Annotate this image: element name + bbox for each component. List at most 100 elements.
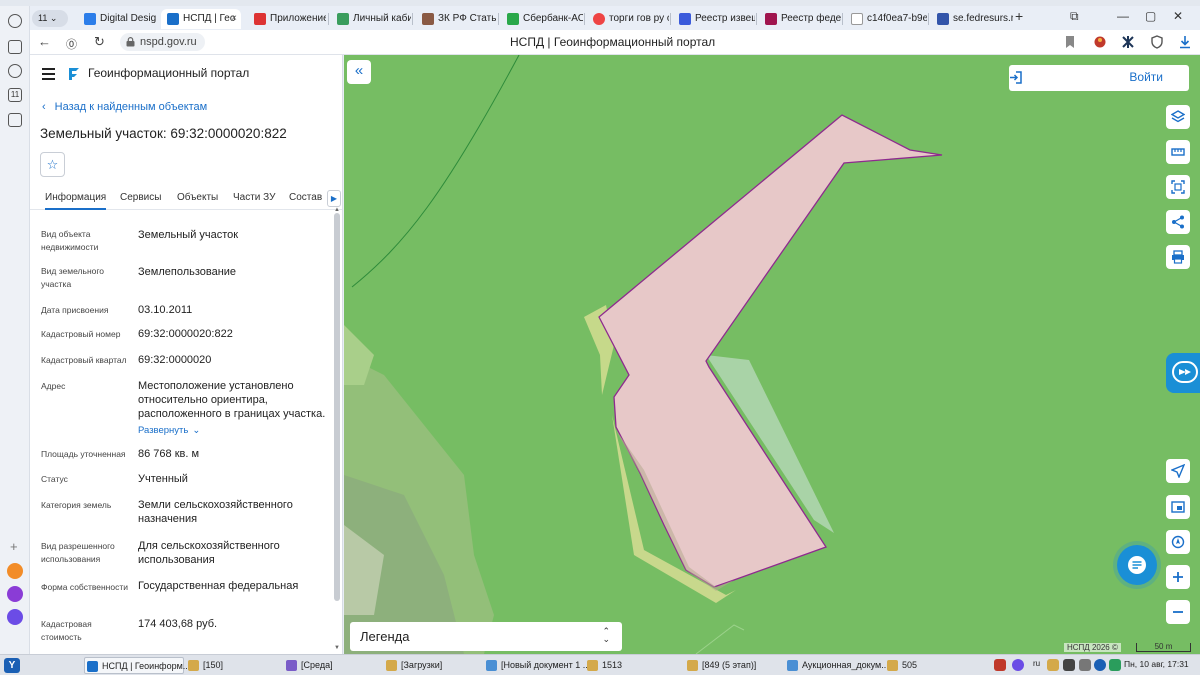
- add-icon[interactable]: +: [10, 539, 18, 554]
- maximize-icon[interactable]: ▢: [1145, 9, 1156, 23]
- tab-torgi-gov[interactable]: торги гов ру о: [587, 9, 669, 29]
- tab-zk-rf[interactable]: ЗК РФ Статья: [416, 9, 496, 29]
- minimize-icon[interactable]: —: [1117, 9, 1129, 23]
- taskbar-item-zagruzki[interactable]: [Загрузки]: [384, 657, 480, 674]
- collections-icon[interactable]: [8, 40, 22, 54]
- extension-shield-icon[interactable]: [1150, 35, 1164, 49]
- minus-icon: [1173, 611, 1183, 613]
- geolocation-button[interactable]: [1166, 459, 1190, 483]
- tab-separator: [670, 13, 671, 25]
- tab-reestr-izveshchenii[interactable]: Реестр извеще: [673, 9, 755, 29]
- map-canvas[interactable]: « Войти Легенда ⌃ ⌄ НСПД 2026 © 50 m: [344, 55, 1200, 654]
- tab-c14f0ea7[interactable]: c14f0ea7-b9e: [845, 9, 927, 29]
- back-to-results-link[interactable]: ‹ Назад к найденным объектам: [42, 101, 207, 113]
- legend-dropdown[interactable]: Легенда ⌃ ⌄: [350, 622, 622, 651]
- tab-informatsiya[interactable]: Информация: [45, 192, 107, 210]
- tray-hp-icon[interactable]: [1094, 659, 1106, 671]
- extension-bug-icon[interactable]: [1093, 35, 1107, 49]
- field-label: Статус: [41, 474, 68, 484]
- double-chevron-left-icon: «: [354, 62, 364, 79]
- field-label: Вид земельного участка: [41, 266, 105, 289]
- map-track-line: [695, 624, 745, 654]
- tab-favicon: [422, 13, 434, 25]
- download-icon[interactable]: [1178, 35, 1192, 49]
- extension-k-icon[interactable]: [1121, 35, 1135, 49]
- tab-favicon: [84, 13, 96, 25]
- taskbar-item-1513[interactable]: 1513: [585, 657, 681, 674]
- favorite-button[interactable]: ☆: [40, 152, 65, 177]
- tray-app-icon[interactable]: [994, 659, 1006, 671]
- tab-lichnyi-kabinet[interactable]: Личный кабин: [331, 9, 411, 29]
- taskbar-item-505[interactable]: 505: [885, 657, 975, 674]
- zoom-out-button[interactable]: [1166, 600, 1190, 624]
- play-icon[interactable]: [8, 64, 22, 78]
- scroll-down-icon[interactable]: ▼: [334, 645, 340, 651]
- taskbar-item-new-document[interactable]: [Новый документ 1 ...: [484, 657, 590, 674]
- tab-favicon: [765, 13, 777, 25]
- tab-sberbank-ast[interactable]: Сбербанк-АСТ: [501, 9, 583, 29]
- taskbar-item-150[interactable]: [150]: [186, 657, 282, 674]
- tab-counter[interactable]: 11 ⌄: [32, 10, 68, 27]
- share-button[interactable]: [1166, 210, 1190, 234]
- taskbar-item-nspd[interactable]: НСПД | Геоинформ...: [84, 657, 190, 674]
- tab-chasti-zu[interactable]: Части ЗУ: [233, 192, 275, 203]
- taskbar-item-sreda[interactable]: [Среда]: [284, 657, 380, 674]
- tab-favicon: [851, 13, 863, 25]
- url-field[interactable]: nspd.gov.ru: [120, 33, 205, 51]
- reload-icon[interactable]: ↻: [94, 34, 105, 50]
- bookmark-icon[interactable]: [1063, 35, 1077, 49]
- panel-scrollbar[interactable]: [334, 213, 340, 601]
- tab-digital-design[interactable]: Digital Design: [78, 9, 156, 29]
- compass-button[interactable]: [1166, 530, 1190, 554]
- messenger-app-icon[interactable]: [7, 586, 23, 602]
- tray-folder-icon[interactable]: [1047, 659, 1059, 671]
- history-icon[interactable]: [8, 14, 22, 28]
- minimap-button[interactable]: [1166, 495, 1190, 519]
- camera-icon[interactable]: [8, 113, 22, 127]
- field-value: 69:32:0000020: [138, 354, 212, 366]
- tab-prilozhenie[interactable]: Приложение: [248, 9, 326, 29]
- alice-app-icon[interactable]: [7, 609, 23, 625]
- taskbar-item-849[interactable]: [849 (5 этап)]: [685, 657, 781, 674]
- zoom-in-button[interactable]: [1166, 565, 1190, 589]
- close-tab-icon[interactable]: ×: [231, 9, 237, 29]
- tab-servisy[interactable]: Сервисы: [120, 192, 161, 203]
- area-select-button[interactable]: [1166, 175, 1190, 199]
- cadastral-parcel[interactable]: [598, 114, 943, 588]
- address-bar: ← ⓪ ↻ nspd.gov.ru НСПД | Геоинформационн…: [30, 30, 1200, 55]
- start-menu-button[interactable]: Y: [4, 658, 20, 673]
- tray-yandex-icon[interactable]: [1012, 659, 1024, 671]
- print-button[interactable]: [1166, 245, 1190, 269]
- tab-favicon: [679, 13, 691, 25]
- collapse-panel-button[interactable]: «: [347, 60, 371, 84]
- tabs-scroll-right-icon[interactable]: ▶: [327, 190, 341, 207]
- menu-icon[interactable]: [42, 68, 55, 83]
- tray-volume-icon[interactable]: [1063, 659, 1075, 671]
- tray-network-icon[interactable]: [1079, 659, 1091, 671]
- chat-icon: [1128, 556, 1146, 574]
- tab-sostav[interactable]: Состав: [289, 192, 322, 203]
- tab-nspd[interactable]: НСПД | Гео ×: [161, 9, 241, 29]
- keyboard-layout[interactable]: ru: [1033, 659, 1040, 668]
- account-icon[interactable]: ⓪: [66, 36, 77, 52]
- tab-manager-icon[interactable]: ⧉: [1070, 9, 1079, 24]
- app-icon: [286, 660, 297, 671]
- ruler-button[interactable]: [1166, 140, 1190, 164]
- layers-button[interactable]: [1166, 105, 1190, 129]
- browser-app-icon: [87, 661, 98, 672]
- feedback-side-tab[interactable]: [1166, 353, 1200, 393]
- tab-obekty[interactable]: Объекты: [177, 192, 218, 203]
- back-arrow-icon[interactable]: ←: [38, 34, 51, 49]
- tab-fedresurs[interactable]: se.fedresurs.ru: [931, 9, 1013, 29]
- new-tab-button[interactable]: +: [1015, 8, 1023, 24]
- mail-app-icon[interactable]: [7, 563, 23, 579]
- tray-battery-icon[interactable]: [1109, 659, 1121, 671]
- close-window-icon[interactable]: ✕: [1173, 9, 1183, 23]
- taskbar-item-auction-docs[interactable]: Аукционная_докум...: [785, 657, 889, 674]
- expand-address-link[interactable]: Развернуть ⌄: [138, 425, 200, 436]
- calendar-icon[interactable]: 11: [8, 88, 22, 102]
- chat-button[interactable]: [1117, 545, 1157, 585]
- field-label: Кадастровая стоимость: [41, 619, 92, 642]
- tab-reestr-federalnyi[interactable]: Реестр федер: [759, 9, 841, 29]
- login-button[interactable]: Войти: [1009, 65, 1189, 91]
